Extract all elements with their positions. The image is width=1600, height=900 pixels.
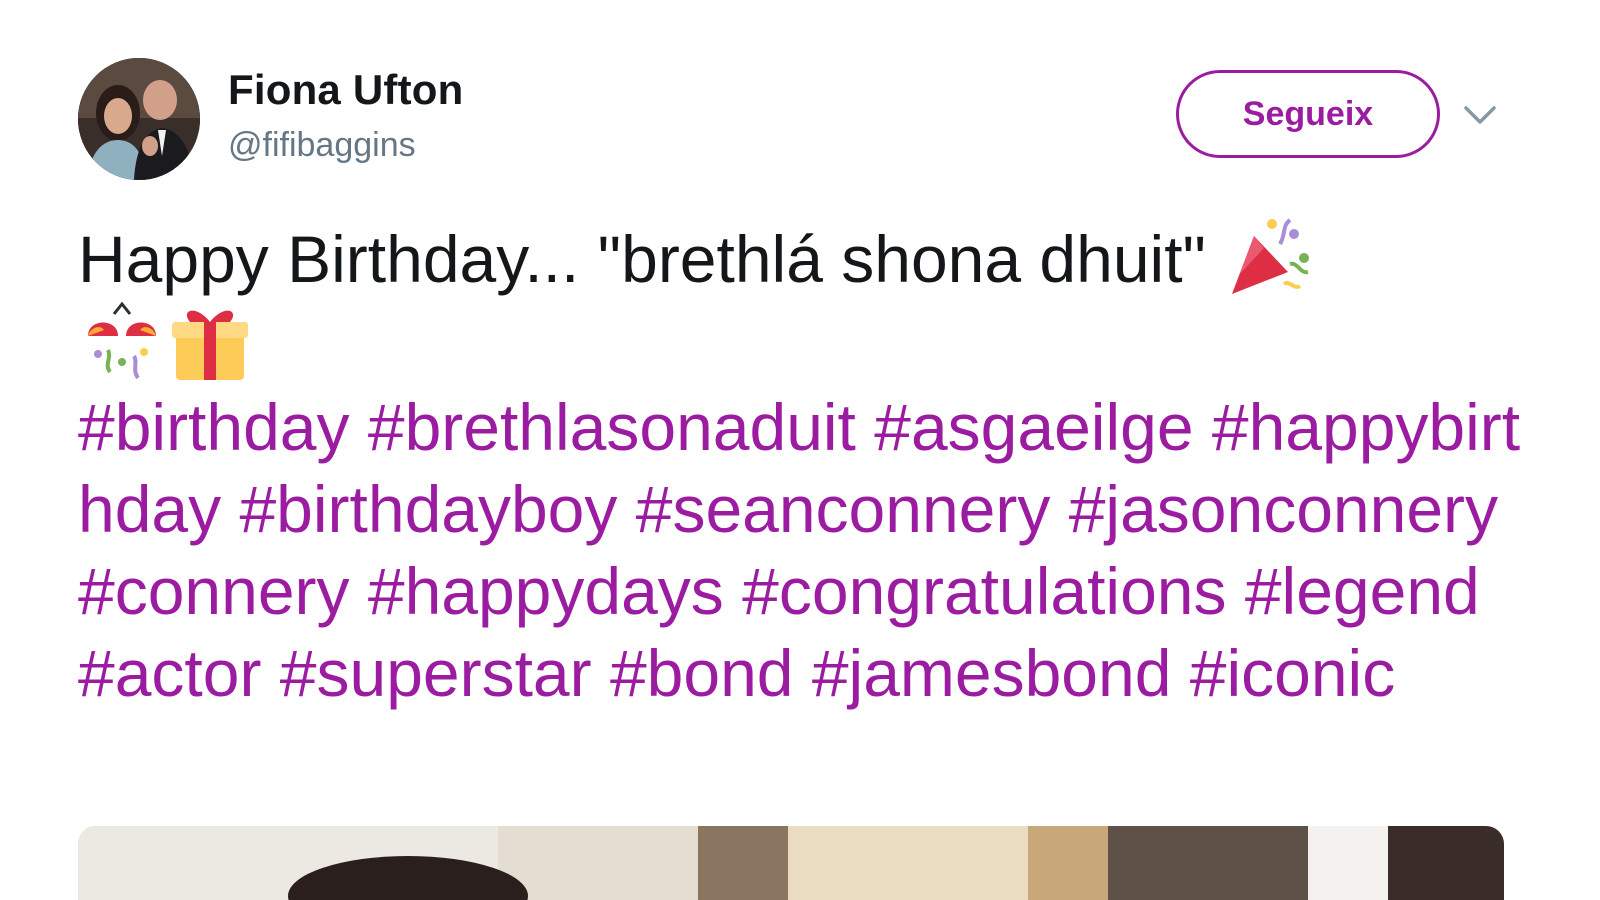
user-handle[interactable]: @fifibaggins (228, 126, 416, 165)
hashtag-link[interactable]: #happydays (368, 554, 724, 628)
tweet-media-image[interactable] (78, 826, 1504, 900)
hashtag-link[interactable]: #legend (1245, 554, 1480, 628)
hashtag-link[interactable]: #birthday (78, 390, 350, 464)
avatar[interactable] (78, 58, 200, 180)
hashtag-link[interactable]: #congratulations (742, 554, 1226, 628)
hashtag-link[interactable]: #actor (78, 636, 261, 710)
tweet-header: Fiona Ufton @fifibaggins Segueix (78, 58, 1538, 182)
party-popper-icon (1224, 214, 1312, 298)
hashtag-link[interactable]: #jasonconnery (1069, 472, 1498, 546)
hashtag-link[interactable]: #superstar (280, 636, 592, 710)
user-display-name[interactable]: Fiona Ufton (228, 66, 463, 114)
tweet-text: Happy Birthday... "brethlá shona dhuit" (78, 214, 1528, 714)
hashtag-link[interactable]: #asgaeilge (874, 390, 1193, 464)
hashtag-link[interactable]: #bond (610, 636, 794, 710)
confetti-ball-icon (78, 300, 166, 384)
hashtag-link[interactable]: #jamesbond (812, 636, 1172, 710)
hashtag-link[interactable]: #iconic (1190, 636, 1395, 710)
follow-button[interactable]: Segueix (1176, 70, 1440, 158)
hashtag-link[interactable]: #brethlasonaduit (368, 390, 856, 464)
hashtag-link[interactable]: #connery (78, 554, 350, 628)
hashtag-link[interactable]: #birthdayboy (239, 472, 617, 546)
hashtag-link[interactable]: #seanconnery (636, 472, 1051, 546)
tweet-body-text: Happy Birthday... "brethlá shona dhuit" (78, 222, 1225, 296)
tweet-card: Fiona Ufton @fifibaggins Segueix Happy B… (0, 0, 1600, 900)
wrapped-gift-icon (166, 300, 254, 384)
chevron-down-icon[interactable] (1460, 100, 1500, 130)
